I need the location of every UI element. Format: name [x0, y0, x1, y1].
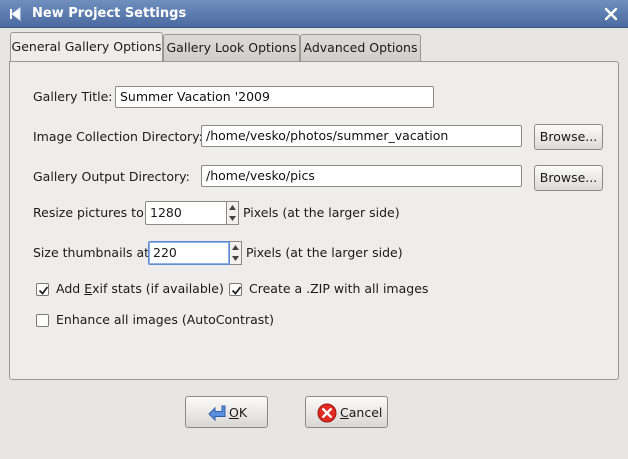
gallery-title-input[interactable]: Summer Vacation '2009	[115, 86, 434, 108]
resize-spin-arrows[interactable]	[227, 201, 239, 225]
zip-checkbox[interactable]: Create a .ZIP with all images	[229, 281, 429, 299]
resize-spinbox[interactable]: 1280	[145, 201, 241, 225]
checkmark-icon	[231, 286, 242, 295]
app-back-arrow-icon	[10, 7, 21, 21]
thumbs-input[interactable]: 220	[148, 241, 230, 265]
cancel-circle-icon	[317, 403, 337, 423]
spin-up-icon[interactable]	[230, 242, 241, 253]
thumbs-label: Size thumbnails at:	[33, 245, 154, 260]
zip-check-box[interactable]	[229, 283, 242, 296]
enhance-checkbox[interactable]: Enhance all images (AutoContrast)	[36, 312, 276, 330]
tab-bar: General Gallery Options Gallery Look Opt…	[10, 32, 620, 62]
zip-checkbox-label: Create a .ZIP with all images	[249, 281, 429, 296]
browse-output-dir-button[interactable]: Browse...	[534, 165, 603, 191]
thumbs-spin-arrows[interactable]	[230, 241, 242, 265]
cancel-button[interactable]: Cancel	[305, 396, 388, 428]
spin-down-icon[interactable]	[227, 213, 238, 224]
enhance-checkbox-label: Enhance all images (AutoContrast)	[56, 312, 275, 327]
tab-advanced-options[interactable]: Advanced Options	[300, 34, 421, 62]
output-dir-input[interactable]: /home/vesko/pics	[201, 165, 522, 187]
resize-suffix: Pixels (at the larger side)	[243, 205, 400, 220]
tab-gallery-look-options[interactable]: Gallery Look Options	[163, 34, 300, 62]
window-title: New Project Settings	[32, 6, 187, 21]
resize-label: Resize pictures to:	[33, 205, 148, 220]
ok-arrow-icon	[208, 405, 226, 422]
tab-general-gallery-options[interactable]: General Gallery Options	[10, 32, 163, 61]
close-icon[interactable]	[602, 5, 620, 23]
general-options-panel: Gallery Title: Summer Vacation '2009 Ima…	[9, 61, 619, 380]
resize-input[interactable]: 1280	[145, 201, 227, 225]
ok-button[interactable]: OK	[185, 396, 268, 428]
output-dir-label: Gallery Output Directory:	[33, 169, 190, 184]
image-dir-label: Image Collection Directory:	[33, 129, 203, 144]
image-dir-input[interactable]: /home/vesko/photos/summer_vacation	[201, 125, 522, 147]
checkmark-icon	[38, 286, 49, 295]
thumbs-suffix: Pixels (at the larger side)	[246, 245, 403, 260]
browse-image-dir-button[interactable]: Browse...	[534, 124, 603, 150]
gallery-title-label: Gallery Title:	[33, 89, 113, 104]
title-bar: New Project Settings	[0, 0, 628, 28]
thumbs-spinbox[interactable]: 220	[148, 241, 244, 265]
spin-up-icon[interactable]	[227, 202, 238, 213]
spin-down-icon[interactable]	[230, 253, 241, 264]
exif-check-box[interactable]	[36, 283, 49, 296]
enhance-check-box[interactable]	[36, 314, 49, 327]
exif-checkbox[interactable]: Add Exif stats (if available)	[36, 281, 226, 299]
